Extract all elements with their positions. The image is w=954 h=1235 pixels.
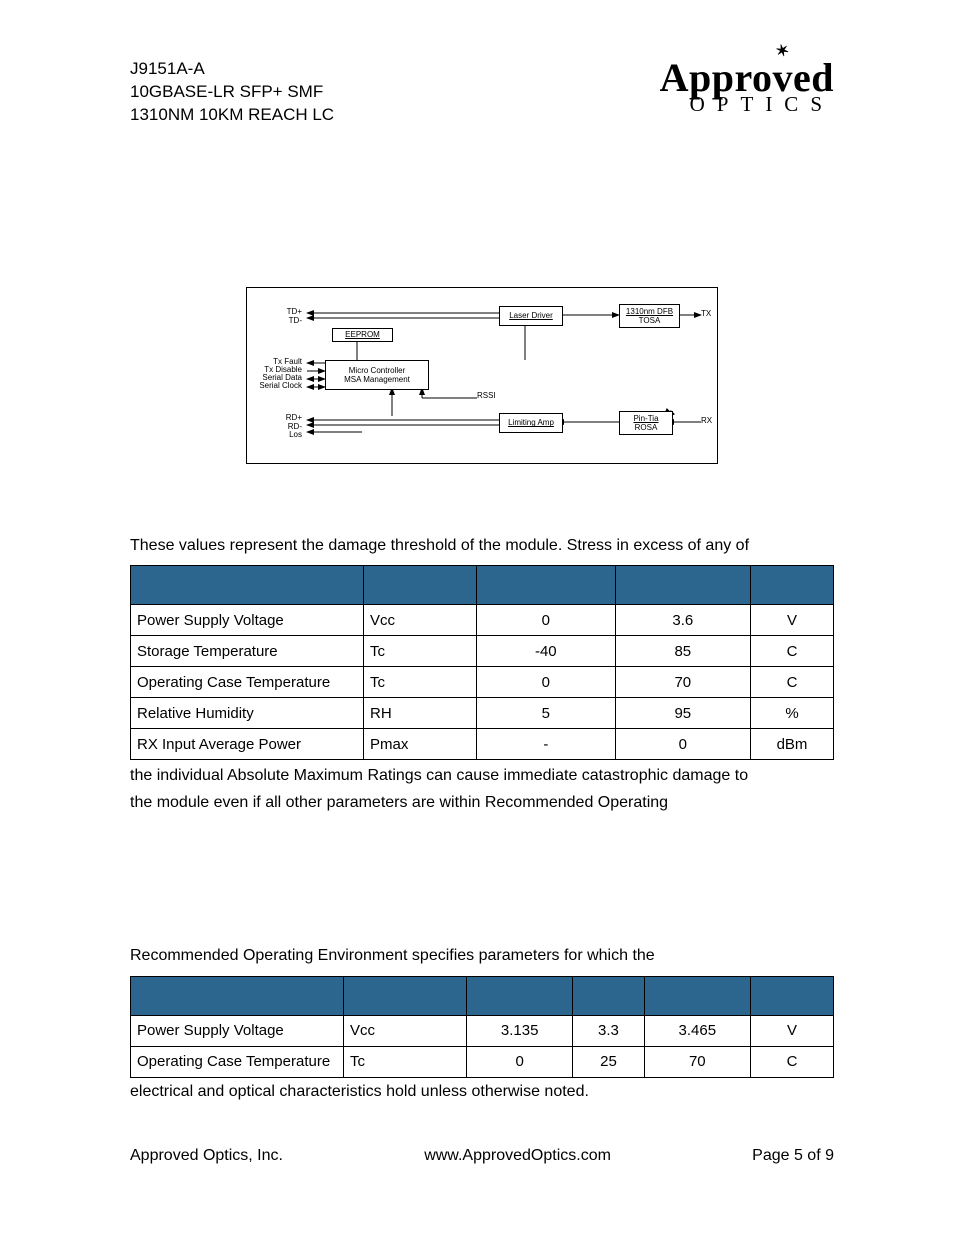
box-tosa: 1310nm DFB TOSA [619,304,680,328]
table-row: Operating Case TemperatureTc070C [131,667,834,698]
cell-parameter: Operating Case Temperature [131,667,364,698]
table-row: Power Supply VoltageVcc03.6V [131,605,834,636]
cell-max: 70 [615,667,750,698]
cell-min: - [477,729,616,760]
product-sku: J9151A-A [130,58,334,81]
table-recommended-operating: Power Supply VoltageVcc3.1353.33.465VOpe… [130,976,834,1078]
table-row: Storage TemperatureTc-4085C [131,636,834,667]
table-row: RX Input Average PowerPmax-0dBm [131,729,834,760]
page-footer: Approved Optics, Inc. www.ApprovedOptics… [130,1147,834,1165]
cell-symbol: Tc [364,636,477,667]
footer-company: Approved Optics, Inc. [130,1147,283,1165]
cell-typ: 25 [573,1046,644,1077]
para-damage-threshold: These values represent the damage thresh… [130,534,834,557]
cell-parameter: Power Supply Voltage [131,1015,344,1046]
cell-symbol: RH [364,698,477,729]
para-abs-max-cont-1: the individual Absolute Maximum Ratings … [130,764,834,787]
cell-unit: C [751,636,834,667]
pin-label-rd: RD+ RD- Los [257,414,302,440]
cell-min: 3.135 [467,1015,573,1046]
page: J9151A-A 10GBASE-LR SFP+ SMF 1310NM 10KM… [0,0,954,1235]
table-absolute-max-ratings: Power Supply VoltageVcc03.6VStorage Temp… [130,565,834,760]
logo-spark-icon: ✶ [774,42,792,61]
cell-symbol: Vcc [364,605,477,636]
table-row: Power Supply VoltageVcc3.1353.33.465V [131,1015,834,1046]
cell-unit: V [751,1015,834,1046]
logo-wordmark: Appro✶ved [660,58,834,98]
cell-min: 5 [477,698,616,729]
cell-max: 70 [644,1046,750,1077]
cell-max: 3.465 [644,1015,750,1046]
para-recommended-env: Recommended Operating Environment specif… [130,944,834,967]
cell-max: 85 [615,636,750,667]
port-label-rx: RX [701,417,712,426]
cell-min: -40 [477,636,616,667]
pin-label-serialclock: Serial Clock [247,382,302,391]
box-microcontroller: Micro Controller MSA Management [325,360,429,390]
box-limiting-amp: Limiting Amp [499,413,563,433]
product-desc-2: 1310NM 10KM REACH LC [130,104,334,127]
cell-symbol: Tc [344,1046,467,1077]
para-abs-max-cont-2: the module even if all other parameters … [130,791,834,814]
pin-label-td: TD+ TD- [257,308,302,326]
cell-symbol: Tc [364,667,477,698]
port-label-tx: TX [701,310,711,319]
company-logo: Appro✶ved OPTICS [660,58,834,117]
cell-unit: C [751,1046,834,1077]
cell-parameter: Power Supply Voltage [131,605,364,636]
cell-symbol: Vcc [344,1015,467,1046]
product-desc-1: 10GBASE-LR SFP+ SMF [130,81,334,104]
header: J9151A-A 10GBASE-LR SFP+ SMF 1310NM 10KM… [130,58,834,127]
cell-symbol: Pmax [364,729,477,760]
cell-unit: V [751,605,834,636]
footer-page-number: Page 5 of 9 [752,1147,834,1165]
footer-url: www.ApprovedOptics.com [424,1147,611,1165]
cell-max: 3.6 [615,605,750,636]
block-diagram: TD+ TD- Tx Fault Tx Disable Serial Data … [246,287,718,464]
box-eeprom: EEPROM [332,328,393,342]
table-row: Relative HumidityRH595% [131,698,834,729]
cell-parameter: Storage Temperature [131,636,364,667]
cell-unit: % [751,698,834,729]
box-rosa: Pin-Tia ROSA [619,411,673,435]
signal-label-rssi: RSSI [477,392,496,401]
cell-min: 0 [477,605,616,636]
cell-min: 0 [477,667,616,698]
cell-unit: dBm [751,729,834,760]
cell-parameter: Relative Humidity [131,698,364,729]
cell-typ: 3.3 [573,1015,644,1046]
cell-parameter: Operating Case Temperature [131,1046,344,1077]
box-laser-driver: Laser Driver [499,306,563,326]
header-left: J9151A-A 10GBASE-LR SFP+ SMF 1310NM 10KM… [130,58,334,127]
para-characteristics: electrical and optical characteristics h… [130,1080,834,1103]
cell-min: 0 [467,1046,573,1077]
cell-parameter: RX Input Average Power [131,729,364,760]
cell-max: 0 [615,729,750,760]
table-row: Operating Case TemperatureTc02570C [131,1046,834,1077]
cell-max: 95 [615,698,750,729]
cell-unit: C [751,667,834,698]
